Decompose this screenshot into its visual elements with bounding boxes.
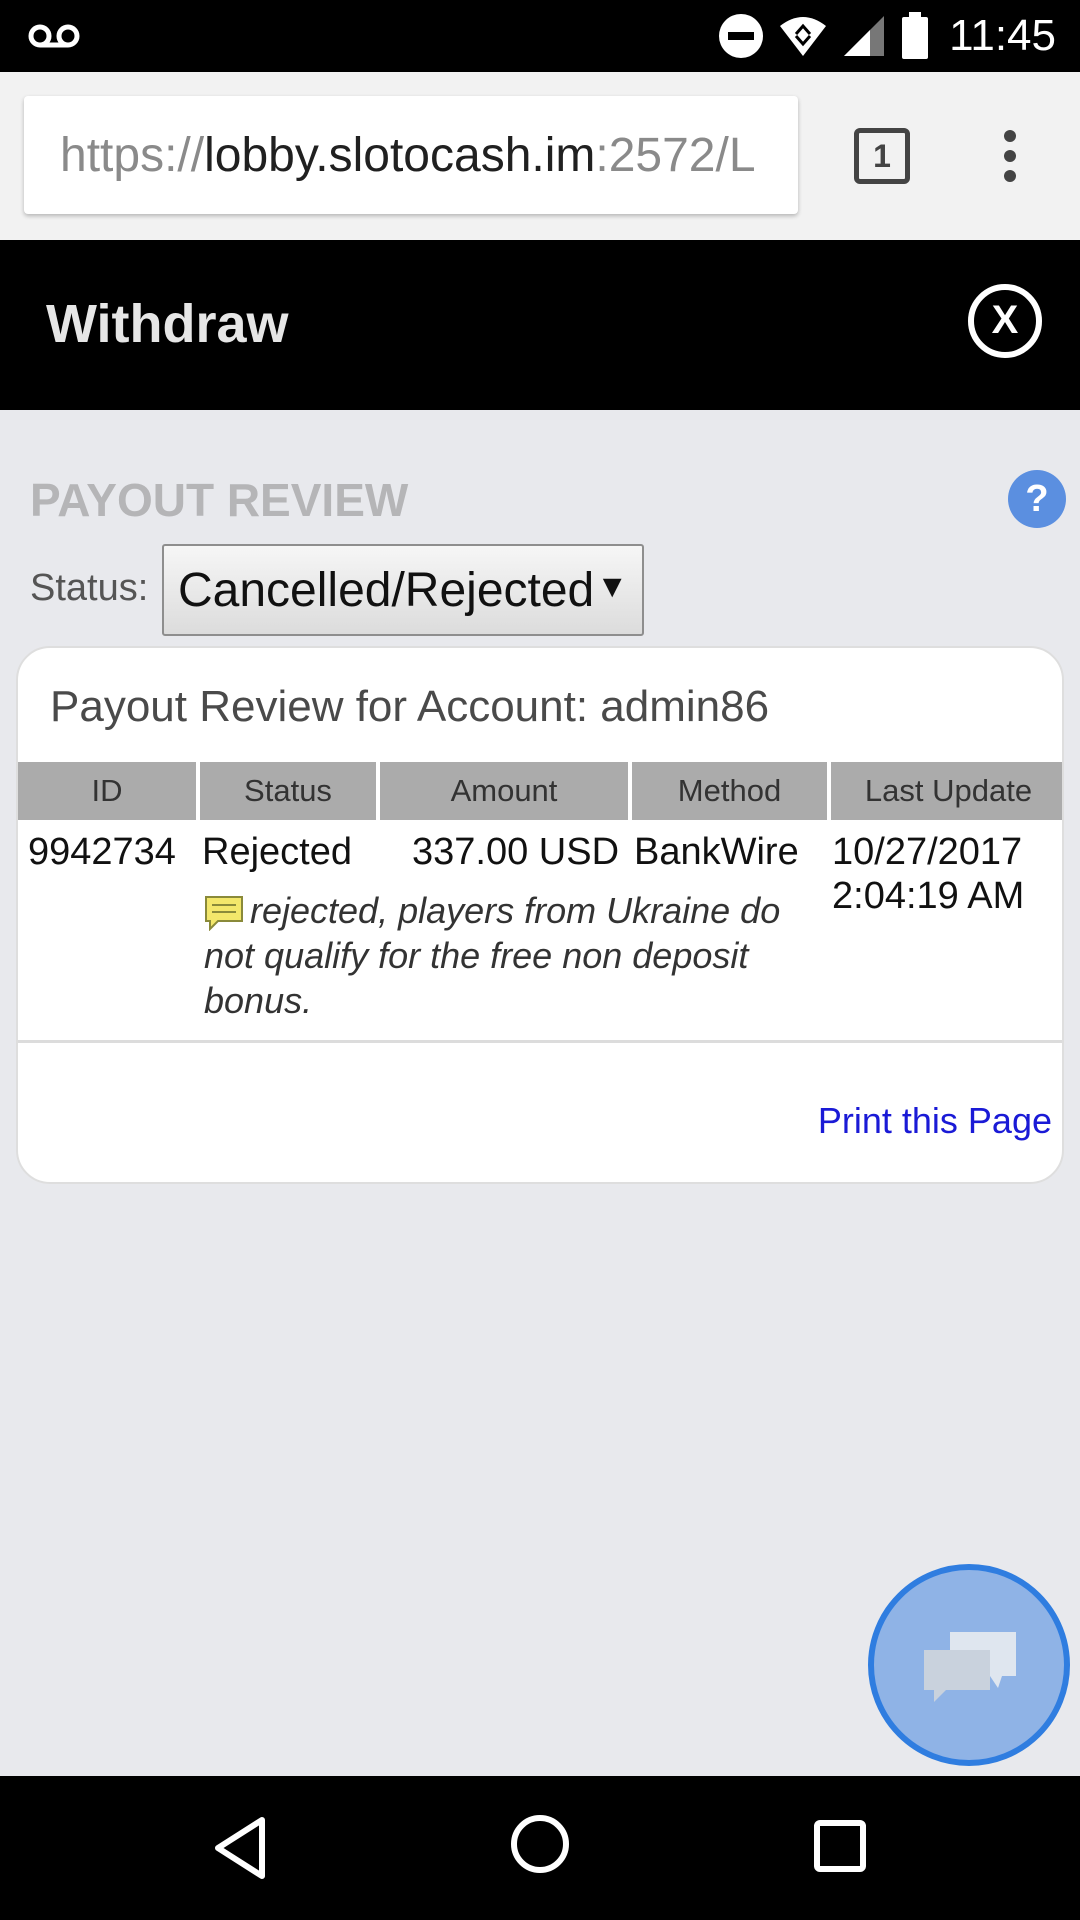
status-filter-select[interactable]: Cancelled/Rejected ▼ [162, 544, 644, 636]
section-title: PAYOUT REVIEW [30, 474, 409, 526]
rejection-note: rejected, players from Ukraine do not qu… [204, 888, 814, 1023]
status-filter-label: Status: [30, 567, 149, 609]
column-header-id[interactable]: ID [18, 762, 196, 820]
home-icon[interactable] [510, 1814, 570, 1874]
address-bar[interactable]: https://lobby.slotocash.im:2572/L [24, 96, 798, 214]
voicemail-icon [28, 24, 80, 48]
divider [18, 1040, 1062, 1043]
payout-status: Rejected [202, 831, 352, 873]
clock: 11:45 [949, 11, 1056, 60]
comment-icon [205, 896, 243, 932]
column-header-amount[interactable]: Amount [380, 762, 628, 820]
signal-icon [844, 16, 884, 56]
recent-apps-icon[interactable] [814, 1820, 866, 1872]
last-update-time: 2:04:19 AM [832, 875, 1025, 917]
status-bar: 11:45 [0, 0, 1080, 72]
payout-amount: 337.00 USD [412, 831, 620, 873]
card-title: Payout Review for Account: admin86 [50, 682, 770, 731]
print-page-link[interactable]: Print this Page [818, 1100, 1052, 1142]
help-button[interactable]: ? [1008, 470, 1066, 528]
rejection-note-text: rejected, players from Ukraine do not qu… [204, 890, 781, 1021]
payout-review-card: Payout Review for Account: admin86 ID St… [16, 646, 1064, 1184]
tab-switcher-button[interactable]: 1 [854, 128, 910, 184]
chevron-down-icon: ▼ [596, 568, 628, 604]
status-filter-value: Cancelled/Rejected [178, 564, 595, 617]
close-button[interactable]: X [968, 284, 1042, 358]
table-row: 9942734 Rejected 337.00 USD BankWire 10/… [18, 820, 1062, 1040]
url-text: https://lobby.slotocash.im:2572/L [60, 129, 756, 183]
browser-toolbar: https://lobby.slotocash.im:2572/L 1 [0, 72, 1080, 240]
wifi-icon [780, 17, 826, 56]
column-header-method[interactable]: Method [632, 762, 827, 820]
battery-icon [902, 12, 928, 59]
table-header: ID Status Amount Method Last Update [18, 762, 1062, 820]
back-icon[interactable] [212, 1816, 268, 1880]
payout-id: 9942734 [28, 831, 176, 873]
do-not-disturb-icon [719, 14, 763, 58]
system-nav-bar [0, 1776, 1080, 1920]
column-header-last-update[interactable]: Last Update [831, 762, 1062, 820]
chat-bubbles-icon [924, 1632, 1016, 1702]
payout-last-update: 10/27/2017 2:04:19 AM [832, 830, 1062, 918]
overflow-menu-icon[interactable] [996, 130, 1024, 190]
url-scheme: https:// [60, 129, 205, 182]
column-header-status[interactable]: Status [200, 762, 376, 820]
url-host: lobby.slotocash.im [204, 129, 596, 182]
url-path: :2572/L [595, 129, 756, 182]
payout-method: BankWire [634, 831, 799, 873]
modal-header: Withdraw [0, 240, 1080, 410]
live-chat-button[interactable] [868, 1564, 1070, 1766]
last-update-date: 10/27/2017 [832, 831, 1023, 873]
page-title: Withdraw [46, 294, 289, 354]
